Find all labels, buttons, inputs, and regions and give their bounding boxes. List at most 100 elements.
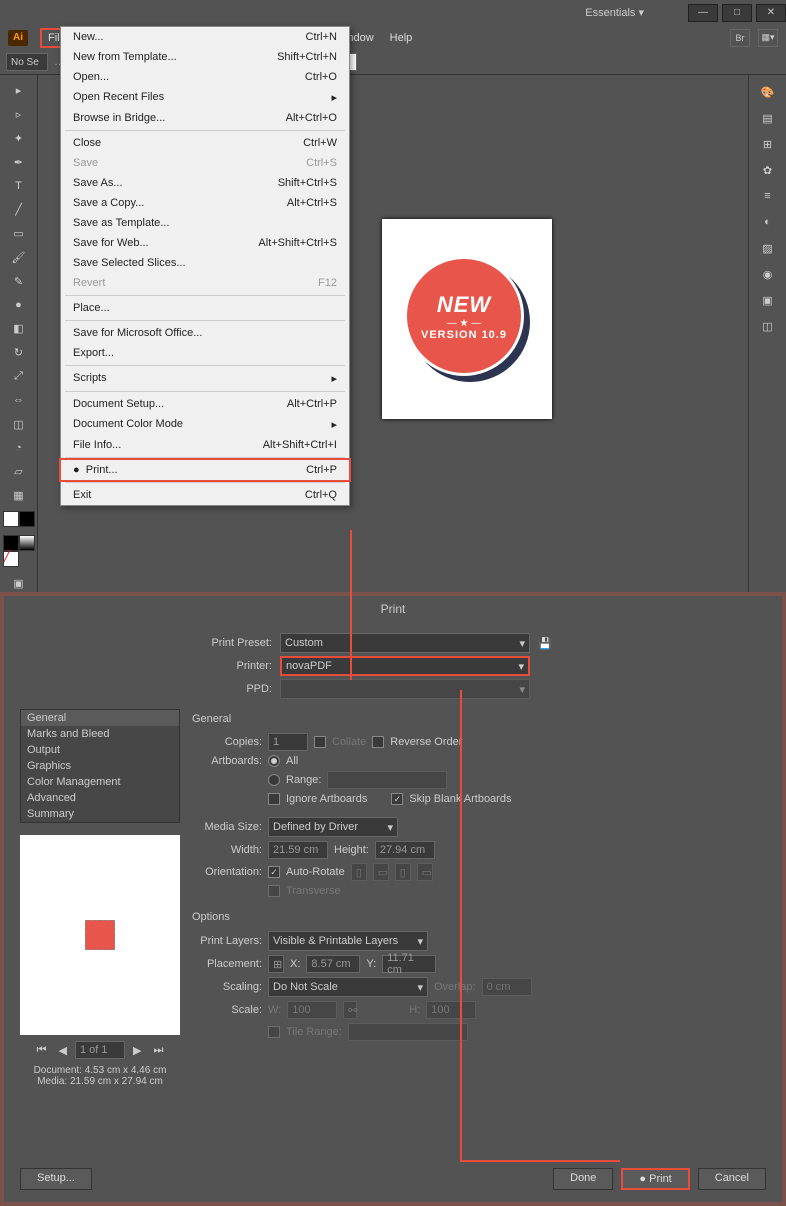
menu-save-template[interactable]: Save as Template... (61, 213, 349, 233)
menu-save-as[interactable]: Save As...Shift+Ctrl+S (61, 173, 349, 193)
rectangle-tool[interactable]: ▭ (7, 223, 31, 245)
cat-marks[interactable]: Marks and Bleed (21, 726, 179, 742)
menu-open-recent[interactable]: Open Recent Files (61, 87, 349, 108)
transparency-panel-icon[interactable]: ▨ (756, 236, 780, 260)
menu-place[interactable]: Place... (61, 298, 349, 318)
cat-summary[interactable]: Summary (21, 806, 179, 822)
tilerange-checkbox (268, 1026, 280, 1038)
eraser-tool[interactable]: ◧ (7, 318, 31, 340)
rotate-tool[interactable]: ↻ (7, 342, 31, 364)
menu-new[interactable]: New...Ctrl+N (61, 27, 349, 47)
close-button[interactable]: ✕ (756, 4, 786, 22)
autorotate-checkbox[interactable]: ✓ (268, 866, 280, 878)
pencil-tool[interactable]: ✎ (7, 270, 31, 292)
printer-select[interactable]: novaPDF▾ (280, 656, 530, 676)
reverse-label: Reverse Order (390, 736, 462, 748)
pen-tool[interactable]: ✒ (7, 151, 31, 173)
cat-general[interactable]: General (21, 710, 179, 726)
direct-select-tool[interactable]: ▹ (7, 104, 31, 126)
fill-stroke-swatch[interactable] (3, 511, 35, 527)
setup-button[interactable]: Setup... (20, 1168, 92, 1190)
x-input[interactable]: 8.57 cm (306, 955, 360, 973)
layers-panel-icon[interactable]: ◫ (756, 314, 780, 338)
minimize-button[interactable]: — (688, 4, 718, 22)
skip-blank-checkbox[interactable]: ✓ (391, 793, 403, 805)
save-preset-icon[interactable]: 💾 (538, 637, 552, 650)
graphic-styles-panel-icon[interactable]: ▣ (756, 288, 780, 312)
menu-doc-setup[interactable]: Document Setup...Alt+Ctrl+P (61, 394, 349, 414)
menu-new-template[interactable]: New from Template...Shift+Ctrl+N (61, 47, 349, 67)
menu-scripts[interactable]: Scripts (61, 368, 349, 389)
menu-exit[interactable]: ExitCtrl+Q (61, 485, 349, 505)
preset-select[interactable]: Custom▾ (280, 633, 530, 653)
cat-graphics[interactable]: Graphics (21, 758, 179, 774)
selection-tool[interactable]: ▸ (7, 80, 31, 102)
magic-wand-tool[interactable]: ✦ (7, 128, 31, 150)
menu-save-web[interactable]: Save for Web...Alt+Shift+Ctrl+S (61, 233, 349, 253)
menu-save-slices[interactable]: Save Selected Slices... (61, 253, 349, 273)
workspace-switcher[interactable]: Essentials ▾ (585, 6, 644, 19)
menu-open[interactable]: Open...Ctrl+O (61, 67, 349, 87)
media-select[interactable]: Defined by Driver▾ (268, 817, 398, 837)
menu-color-mode[interactable]: Document Color Mode (61, 414, 349, 435)
menu-export[interactable]: Export... (61, 343, 349, 363)
cat-output[interactable]: Output (21, 742, 179, 758)
maximize-button[interactable]: □ (722, 4, 752, 22)
app-icon: Ai (8, 30, 28, 46)
page-last-button[interactable]: ⏭ (149, 1044, 167, 1057)
stroke-panel-icon[interactable]: ≡ (756, 184, 780, 208)
scaling-select[interactable]: Do Not Scale▾ (268, 977, 428, 997)
arrange-icon[interactable]: ▦▾ (758, 29, 778, 47)
section-options: Options (192, 911, 766, 923)
color-panel-icon[interactable]: 🎨 (756, 80, 780, 104)
brushes-panel-icon[interactable]: ⊞ (756, 132, 780, 156)
scale-w-label: W: (268, 1004, 281, 1016)
page-first-button[interactable]: ⏮ (33, 1044, 51, 1057)
line-tool[interactable]: ╱ (7, 199, 31, 221)
media-label: Media Size: (192, 821, 262, 833)
page-prev-button[interactable]: ◀ (55, 1044, 71, 1057)
page-next-button[interactable]: ▶ (129, 1044, 145, 1057)
cat-advanced[interactable]: Advanced (21, 790, 179, 806)
done-button[interactable]: Done (553, 1168, 613, 1190)
menu-print[interactable]: ● Print...Ctrl+P (59, 458, 351, 482)
menu-save-ms[interactable]: Save for Microsoft Office... (61, 323, 349, 343)
swatches-panel-icon[interactable]: ▤ (756, 106, 780, 130)
gradient-panel-icon[interactable]: ◐ (756, 210, 780, 234)
reverse-checkbox[interactable] (372, 736, 384, 748)
color-mode-toggle[interactable]: ╱ (3, 535, 35, 567)
cat-color-mgmt[interactable]: Color Management (21, 774, 179, 790)
cancel-button[interactable]: Cancel (698, 1168, 766, 1190)
menu-help[interactable]: Help (382, 28, 421, 48)
screen-mode-tool[interactable]: ▣ (7, 572, 31, 594)
bridge-icon[interactable]: Br (730, 29, 750, 47)
collate-label: Collate (332, 736, 366, 748)
appearance-panel-icon[interactable]: ◉ (756, 262, 780, 286)
width-tool[interactable]: ⇔ (7, 389, 31, 411)
menu-file-info[interactable]: File Info...Alt+Shift+Ctrl+I (61, 435, 349, 455)
menu-save-copy[interactable]: Save a Copy...Alt+Ctrl+S (61, 193, 349, 213)
printlayers-select[interactable]: Visible & Printable Layers▾ (268, 931, 428, 951)
free-transform-tool[interactable]: ◫ (7, 413, 31, 435)
range-label: Range: (286, 774, 321, 786)
shape-builder-tool[interactable]: ◔ (7, 437, 31, 459)
scale-w-input: 100 (287, 1001, 337, 1019)
symbols-panel-icon[interactable]: ✿ (756, 158, 780, 182)
placement-grid-icon[interactable]: ⊞ (268, 955, 284, 973)
menu-browse-bridge[interactable]: Browse in Bridge...Alt+Ctrl+O (61, 108, 349, 128)
perspective-tool[interactable]: ▱ (7, 461, 31, 483)
scale-tool[interactable]: ⤢ (7, 366, 31, 388)
mesh-tool[interactable]: ▦ (7, 485, 31, 507)
paintbrush-tool[interactable]: 🖌 (7, 247, 31, 269)
ignore-artboards-checkbox[interactable] (268, 793, 280, 805)
range-radio[interactable] (268, 774, 280, 786)
print-button[interactable]: ● Print (621, 1168, 689, 1190)
print-preview (20, 835, 180, 1035)
y-input[interactable]: 11.71 cm (382, 955, 436, 973)
printer-label: Printer: (20, 660, 280, 672)
menu-close[interactable]: CloseCtrl+W (61, 133, 349, 153)
blob-brush-tool[interactable]: ● (7, 294, 31, 316)
copies-input[interactable]: 1 (268, 733, 308, 751)
all-radio[interactable] (268, 755, 280, 767)
type-tool[interactable]: T (7, 175, 31, 197)
